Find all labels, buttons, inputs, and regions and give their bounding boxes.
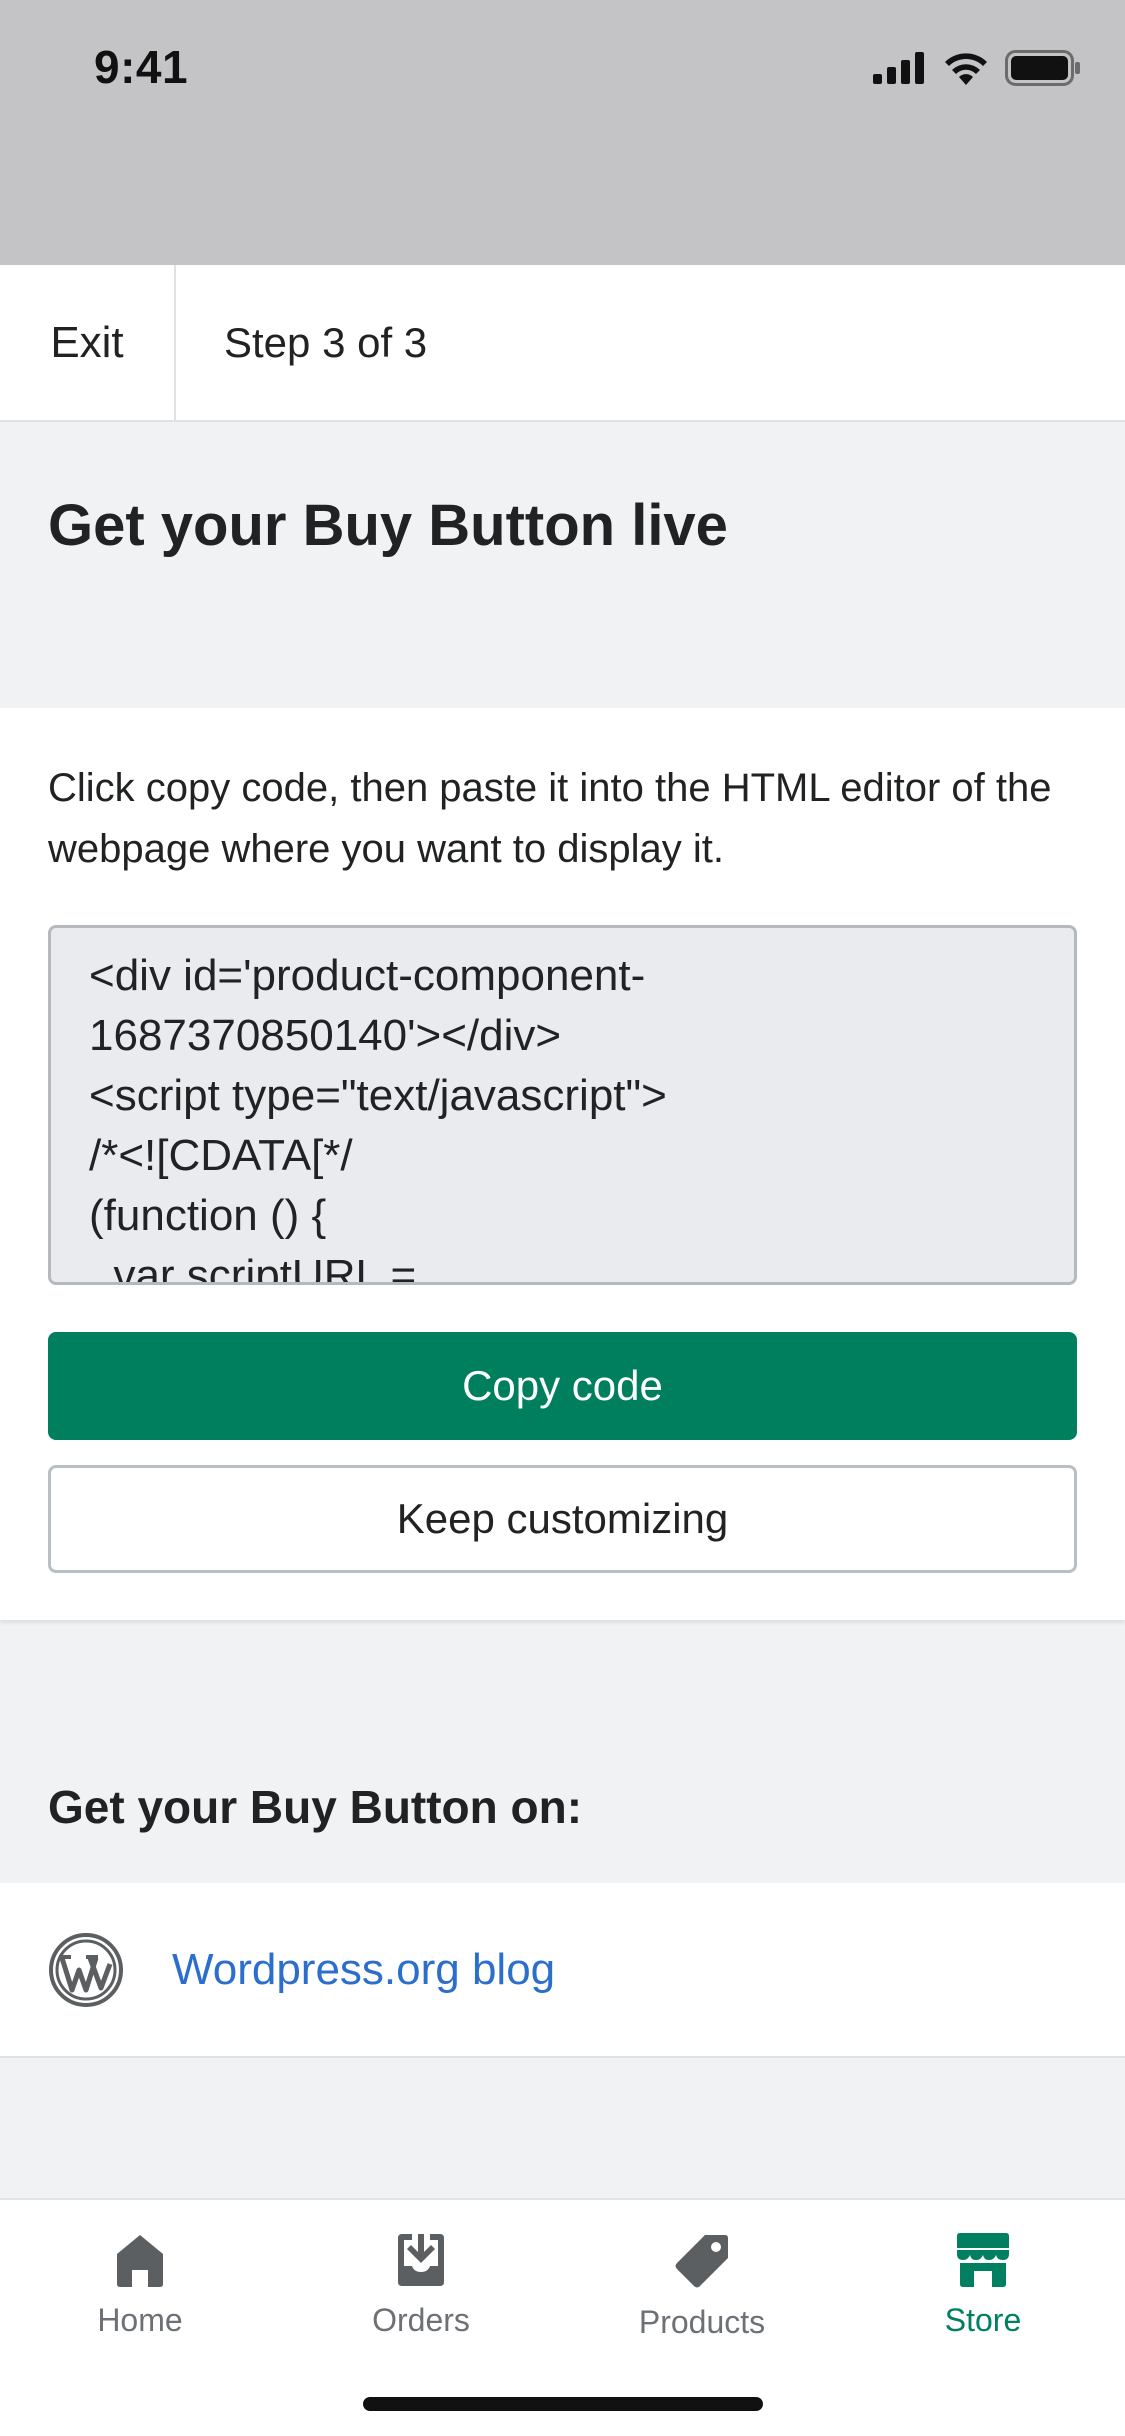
status-time: 9:41	[94, 41, 189, 93]
instructions-text: Click copy code, then paste it into the …	[48, 766, 1052, 871]
wifi-icon	[945, 53, 987, 85]
copy-code-button[interactable]: Copy code	[48, 1332, 1077, 1440]
tab-label: Store	[944, 2302, 1022, 2338]
status-bar: 9:41	[0, 0, 1125, 265]
platform-item-wordpress[interactable]: Wordpress.org blog	[0, 1883, 1125, 2058]
code-line: (function () {	[89, 1191, 327, 1240]
keep-customizing-button[interactable]: Keep customizing	[48, 1465, 1077, 1573]
tag-icon	[675, 2235, 728, 2288]
page-title: Get your Buy Button live	[48, 493, 728, 558]
status-icons	[873, 50, 1081, 86]
wordpress-icon	[49, 1932, 123, 2007]
tab-home[interactable]: Home	[0, 2232, 280, 2339]
code-line: <script type="text/javascript">	[89, 1071, 667, 1120]
code-line: <div id='product-component-	[89, 951, 646, 1000]
code-line: 1687370850140'></div>	[89, 1011, 562, 1060]
tab-store[interactable]: Store	[843, 2232, 1123, 2339]
tab-label: Products	[638, 2304, 766, 2340]
home-icon	[117, 2235, 163, 2287]
tab-products[interactable]: Products	[562, 2232, 842, 2341]
platform-label: Wordpress.org blog	[172, 1944, 556, 1994]
code-line: var scriptURL =	[89, 1251, 417, 1285]
battery-icon	[1005, 50, 1080, 86]
step-header: Exit Step 3 of 3	[0, 265, 1125, 422]
code-card: Click copy code, then paste it into the …	[0, 708, 1125, 1620]
store-icon	[957, 2233, 1009, 2287]
tab-label: Orders	[372, 2302, 470, 2338]
embed-code-box[interactable]: <div id='product-component- 168737085014…	[48, 925, 1077, 1285]
orders-icon	[398, 2234, 444, 2286]
platforms-heading: Get your Buy Button on:	[48, 1781, 583, 1833]
step-indicator: Step 3 of 3	[224, 318, 428, 366]
home-indicator[interactable]	[363, 2397, 763, 2411]
code-line: /*<![CDATA[*/	[89, 1131, 353, 1180]
cellular-signal-icon	[873, 52, 924, 84]
exit-button[interactable]: Exit	[0, 265, 176, 420]
tab-orders[interactable]: Orders	[281, 2232, 561, 2339]
tab-label: Home	[97, 2302, 183, 2338]
